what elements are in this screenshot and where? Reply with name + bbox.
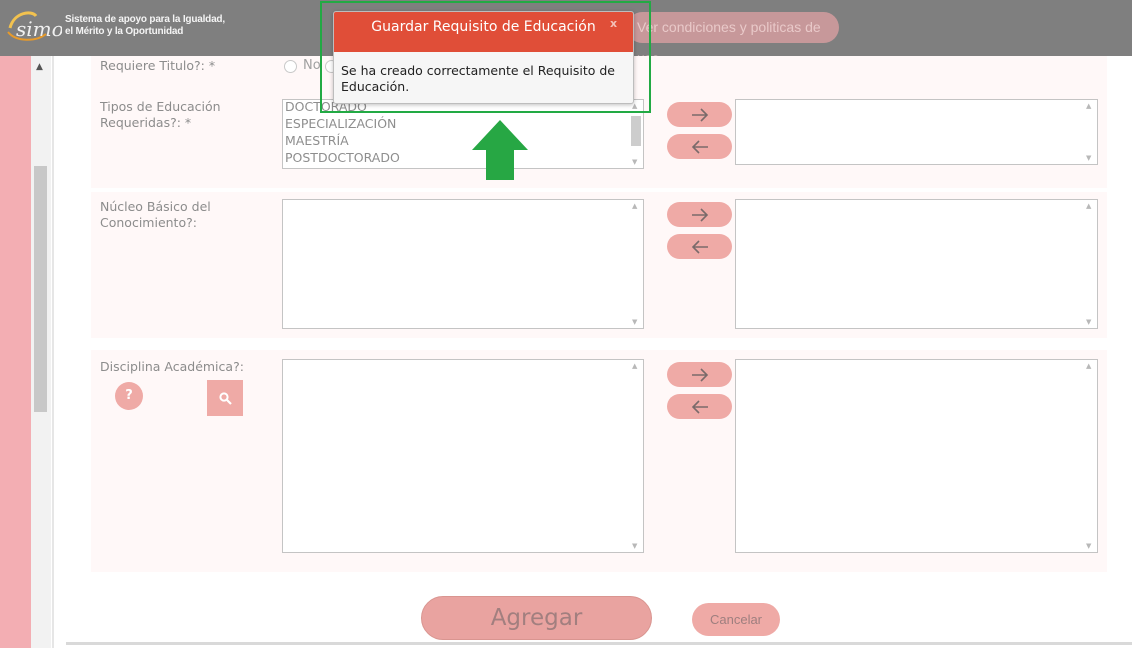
arrow-right-icon [691,207,708,222]
scroll-up-arrow-icon[interactable]: ▲ [36,62,43,72]
list-scroll-up-icon[interactable]: ▲ [632,202,637,210]
tipos-educacion-selected-list[interactable]: ▲ ▼ [735,99,1098,165]
arrow-right-icon [691,367,708,382]
search-icon [218,391,232,405]
nucleo-remove-button[interactable] [667,234,732,259]
agregar-button[interactable]: Agregar [421,596,652,640]
highlight-box [320,1,651,113]
svg-text:simo: simo [16,17,62,41]
list-scroll-down-icon[interactable]: ▼ [632,542,637,550]
list-scrollbar[interactable]: ▲ ▼ [1083,100,1097,164]
arrow-left-icon [691,139,708,154]
tipos-educacion-label-line-2: Requeridas?: * [100,115,192,130]
tipos-educacion-label: Tipos de Educación Requeridas?: * [100,99,221,131]
option-especializacion[interactable]: ESPECIALIZACIÓN [285,115,396,132]
list-scroll-up-icon[interactable]: ▲ [1086,362,1091,370]
list-scroll-down-icon[interactable]: ▼ [632,318,637,326]
bottom-divider [66,642,1132,645]
nucleo-basico-label: Núcleo Básico del Conocimiento?: [100,199,211,231]
content-border [52,56,54,648]
disciplina-available-list[interactable]: ▲ ▼ [282,359,644,553]
brand-text: Sistema de apoyo para la Igualdad, el Mé… [65,14,225,38]
brand-line-2: el Mérito y la Oportunidad [65,26,184,37]
list-scrollbar[interactable]: ▲ ▼ [629,360,643,552]
arrow-left-icon [691,239,708,254]
disciplina-add-button[interactable] [667,362,732,387]
nucleo-basico-label-line-2: Conocimiento?: [100,215,197,230]
arrow-left-icon [691,399,708,414]
disciplina-remove-button[interactable] [667,394,732,419]
tipos-add-button[interactable] [667,102,732,127]
arrow-right-icon [691,107,708,122]
list-scroll-thumb[interactable] [631,116,641,146]
requiere-titulo-label: Requiere Titulo?: * [100,58,216,73]
list-scroll-down-icon[interactable]: ▼ [632,158,637,166]
tipos-remove-button[interactable] [667,134,732,159]
list-scroll-up-icon[interactable]: ▲ [1086,202,1091,210]
disciplina-label: Disciplina Académica?: [100,359,244,374]
option-postdoctorado[interactable]: POSTDOCTORADO [285,149,400,166]
list-scroll-down-icon[interactable]: ▼ [1086,154,1091,162]
list-scroll-up-icon[interactable]: ▲ [1086,102,1091,110]
green-up-arrow-icon [472,120,528,180]
list-scrollbar[interactable]: ▲ ▼ [629,200,643,328]
nucleo-basico-label-line-1: Núcleo Básico del [100,199,211,214]
list-scroll-up-icon[interactable]: ▲ [632,362,637,370]
nucleo-basico-selected-list[interactable]: ▲ ▼ [735,199,1098,329]
tipos-educacion-label-line-1: Tipos de Educación [100,99,221,114]
cancelar-button[interactable]: Cancelar [692,603,780,636]
list-scrollbar[interactable]: ▲ ▼ [1083,360,1097,552]
help-button[interactable]: ? [115,382,143,410]
list-scrollbar[interactable]: ▲ ▼ [1083,200,1097,328]
list-scroll-down-icon[interactable]: ▼ [1086,318,1091,326]
left-pink-strip [0,56,31,648]
search-button[interactable] [207,380,243,416]
list-scroll-down-icon[interactable]: ▼ [1086,542,1091,550]
terms-button[interactable]: Ver condiciones y politicas de uso [627,12,839,66]
disciplina-selected-list[interactable]: ▲ ▼ [735,359,1098,553]
radio-no-label: No [303,58,321,73]
simo-logo: simo [7,11,62,41]
radio-no[interactable] [284,60,297,73]
nucleo-basico-available-list[interactable]: ▲ ▼ [282,199,644,329]
option-maestria[interactable]: MAESTRÍA [285,132,349,149]
brand-line-1: Sistema de apoyo para la Igualdad, [65,14,225,25]
nucleo-add-button[interactable] [667,202,732,227]
page-scrollbar-thumb[interactable] [34,166,47,412]
